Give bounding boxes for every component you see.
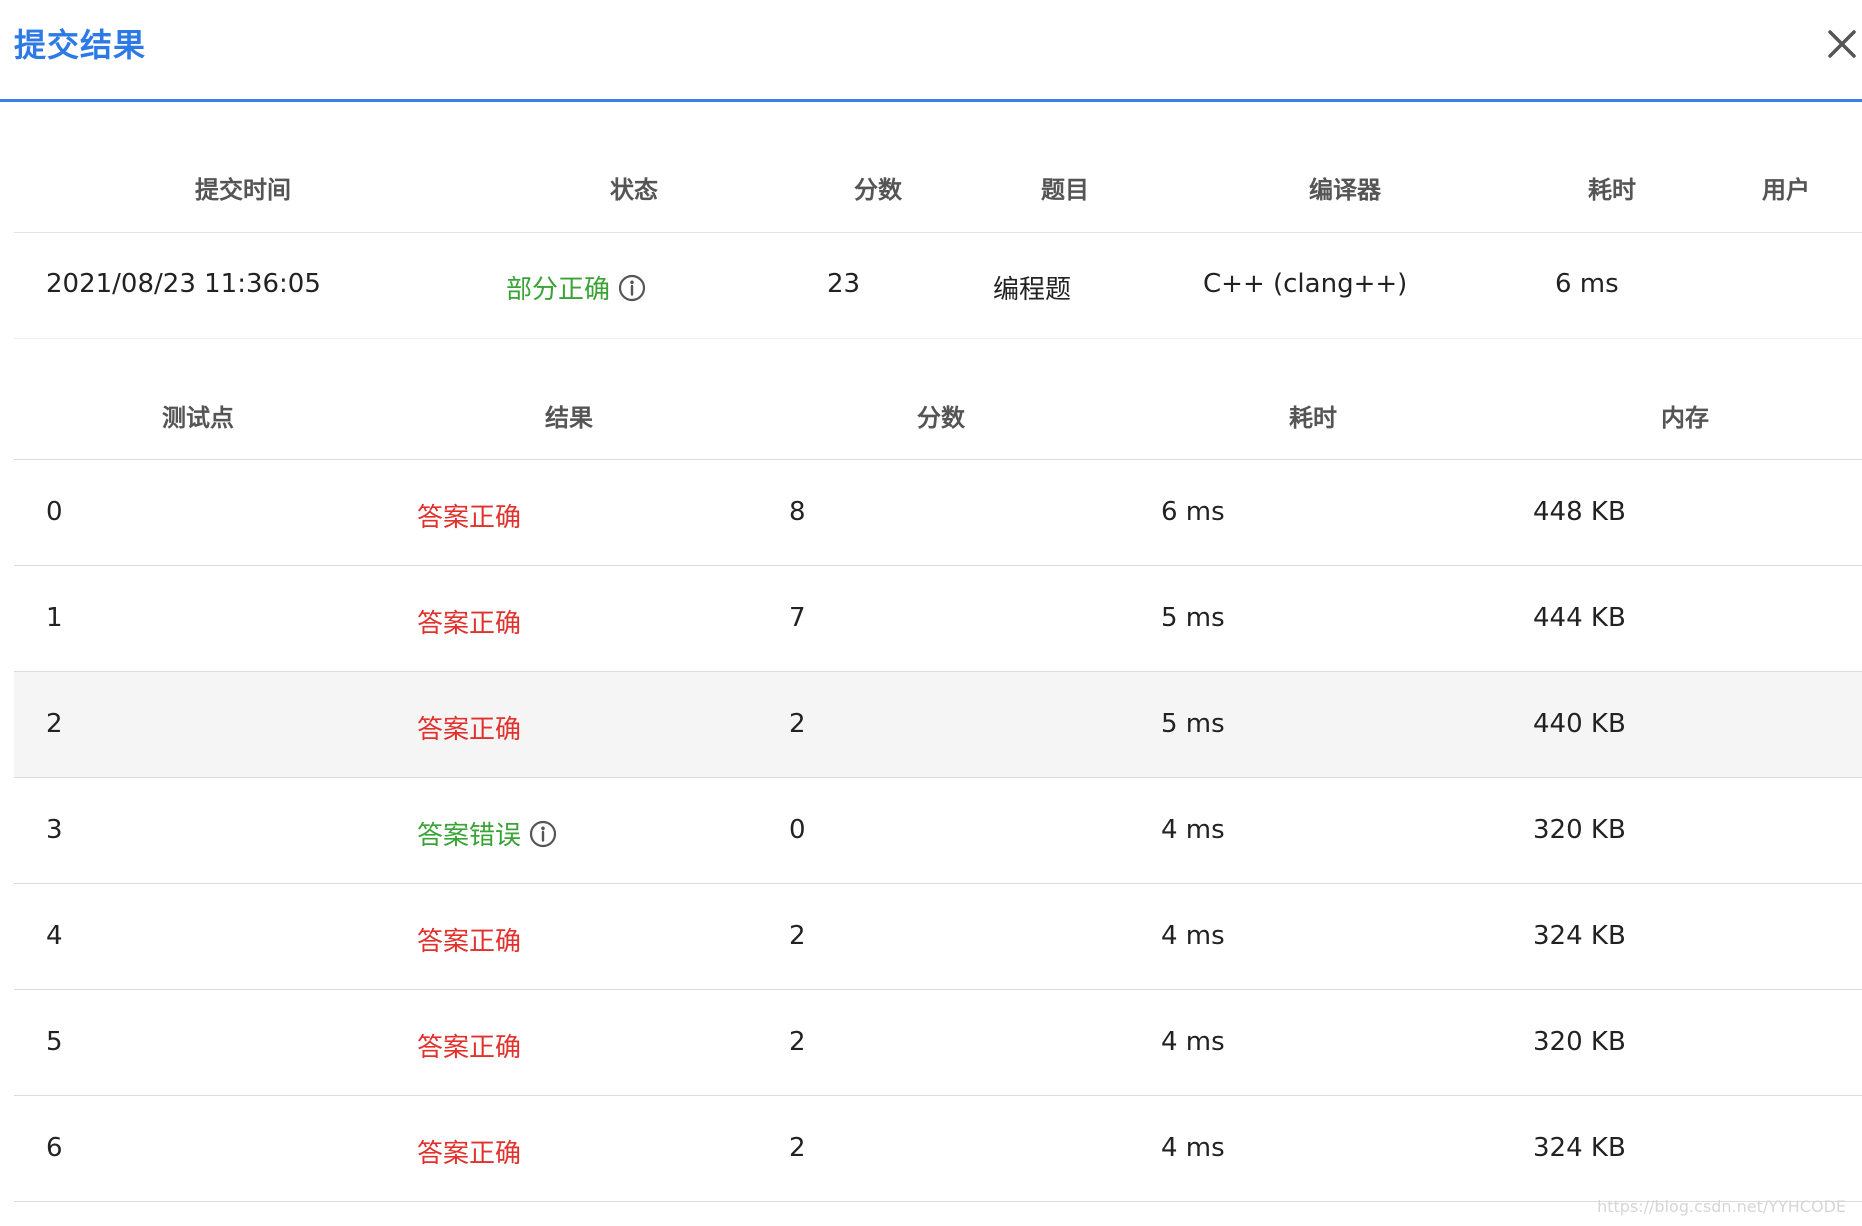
testcase-time: 4 ms	[1161, 921, 1225, 951]
status-cell[interactable]: 部分正确	[506, 269, 646, 306]
testcase-id: 0	[46, 497, 63, 527]
testcase-score: 7	[789, 603, 806, 633]
testcase-memory: 324 KB	[1533, 921, 1626, 951]
table-row: 2 答案正确 2 5 ms 440 KB	[14, 672, 1862, 778]
summary-row: 2021/08/23 11:36:05 部分正确 23 编程题 C++ (cla…	[14, 232, 1862, 339]
header-problem: 题目	[1041, 176, 1089, 204]
testcase-time: 4 ms	[1161, 1027, 1225, 1057]
header-score: 分数	[854, 176, 902, 204]
testcase-time: 6 ms	[1161, 497, 1225, 527]
result-cell: 答案正确	[417, 1027, 521, 1064]
dialog-title: 提交结果	[14, 26, 147, 64]
result-label: 答案正确	[417, 715, 522, 745]
testcase-memory: 324 KB	[1533, 1133, 1626, 1163]
testcase-score: 2	[789, 1027, 806, 1057]
result-cell[interactable]: 答案错误	[417, 815, 557, 852]
summary-score: 23	[827, 269, 861, 299]
result-label: 答案正确	[417, 503, 522, 533]
testcase-memory: 320 KB	[1533, 815, 1626, 845]
dialog-header: 提交结果	[0, 0, 1862, 102]
info-icon[interactable]	[529, 820, 557, 848]
testcase-id: 4	[46, 921, 63, 951]
testcase-score: 2	[789, 921, 806, 951]
table-row: 5 答案正确 2 4 ms 320 KB	[14, 990, 1862, 1096]
testcase-time: 5 ms	[1161, 709, 1225, 739]
header-compiler: 编译器	[1309, 176, 1381, 204]
result-cell: 答案正确	[417, 497, 521, 534]
submit-time: 2021/08/23 11:36:05	[46, 269, 321, 299]
header-memory: 内存	[1661, 404, 1709, 432]
table-row: 0 答案正确 8 6 ms 448 KB	[14, 460, 1862, 566]
result-cell: 答案正确	[417, 603, 521, 640]
summary-problem[interactable]: 编程题	[993, 269, 1071, 306]
testcase-id: 1	[46, 603, 63, 633]
testcase-id: 6	[46, 1133, 63, 1163]
testcase-id: 2	[46, 709, 63, 739]
header-tc-score: 分数	[917, 404, 965, 432]
header-testcase: 测试点	[162, 404, 234, 432]
table-row: 4 答案正确 2 4 ms 324 KB	[14, 884, 1862, 990]
testcase-memory: 320 KB	[1533, 1027, 1626, 1057]
testcase-score: 0	[789, 815, 806, 845]
header-result: 结果	[545, 404, 593, 432]
info-icon[interactable]	[618, 274, 646, 302]
testcase-time: 5 ms	[1161, 603, 1225, 633]
result-cell: 答案正确	[417, 1133, 521, 1170]
header-divider	[0, 99, 1862, 102]
table-row: 6 答案正确 2 4 ms 324 KB	[14, 1096, 1862, 1202]
header-user: 用户	[1762, 176, 1810, 204]
watermark: https://blog.csdn.net/YYHCODE	[1597, 1197, 1846, 1216]
testcase-score: 2	[789, 1133, 806, 1163]
testcase-time: 4 ms	[1161, 1133, 1225, 1163]
status-label: 部分正确	[506, 275, 611, 305]
result-label: 答案正确	[417, 1139, 522, 1169]
close-icon[interactable]	[1822, 24, 1862, 64]
header-tc-time: 耗时	[1289, 404, 1337, 432]
header-status: 状态	[610, 176, 658, 204]
testcase-time: 4 ms	[1161, 815, 1225, 845]
summary-compiler: C++ (clang++)	[1203, 269, 1408, 299]
result-cell: 答案正确	[417, 921, 521, 958]
result-label: 答案正确	[417, 609, 522, 639]
table-row: 1 答案正确 7 5 ms 444 KB	[14, 566, 1862, 672]
testcase-memory: 448 KB	[1533, 497, 1626, 527]
testcase-memory: 440 KB	[1533, 709, 1626, 739]
table-row: 3 答案错误 0 4 ms 320 KB	[14, 778, 1862, 884]
testcase-id: 5	[46, 1027, 63, 1057]
testcase-score: 8	[789, 497, 806, 527]
result-label: 答案错误	[417, 821, 522, 851]
result-cell: 答案正确	[417, 709, 521, 746]
header-submit-time: 提交时间	[195, 176, 291, 204]
testcase-id: 3	[46, 815, 63, 845]
result-label: 答案正确	[417, 1033, 522, 1063]
header-duration: 耗时	[1588, 176, 1636, 204]
testcase-score: 2	[789, 709, 806, 739]
testcase-memory: 444 KB	[1533, 603, 1626, 633]
summary-duration: 6 ms	[1555, 269, 1619, 299]
result-label: 答案正确	[417, 927, 522, 957]
